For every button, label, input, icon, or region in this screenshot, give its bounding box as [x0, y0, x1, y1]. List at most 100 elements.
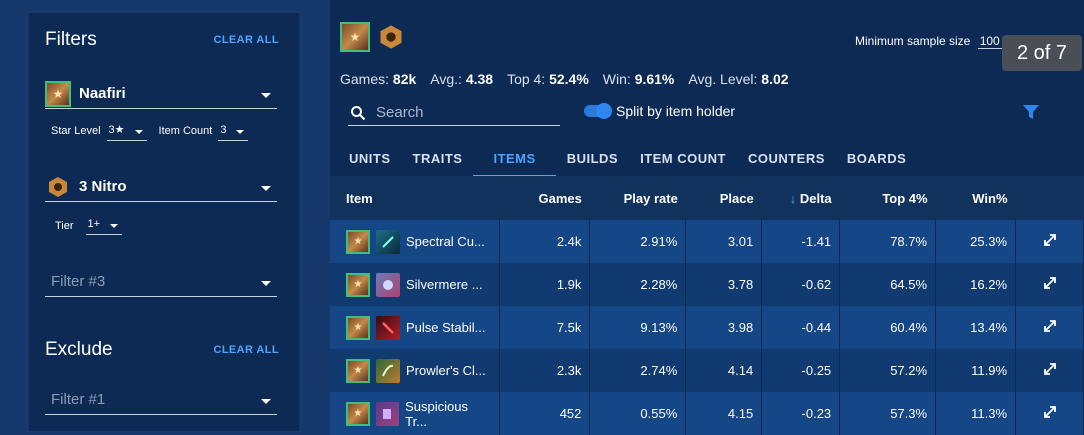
top4-cell: 60.4% — [839, 306, 937, 349]
filter3-select[interactable]: Filter #3 — [45, 267, 277, 297]
games-cell: 7.5k — [499, 306, 591, 349]
top4-stat-label: Top 4: — [507, 71, 546, 87]
toggle-knob — [596, 103, 612, 119]
table-row[interactable]: ★ Suspicious Tr... 452 0.55% 4.15 -0.23 … — [330, 392, 1084, 435]
expand-icon[interactable] — [1015, 392, 1084, 435]
table-row[interactable]: ★ Prowler's Cl... 2.3k 2.74% 4.14 -0.25 … — [330, 349, 1084, 392]
level-stat-value: 8.02 — [761, 71, 789, 87]
exclude-clear-all-button[interactable]: CLEAR ALL — [213, 344, 279, 356]
filters-clear-all-button[interactable]: CLEAR ALL — [213, 34, 279, 46]
nitro-trait-icon — [45, 174, 71, 200]
col-header-place[interactable]: Place — [686, 176, 762, 220]
item-name: Suspicious Tr... — [405, 398, 468, 429]
top4-cell: 57.2% — [839, 349, 937, 392]
trait-select[interactable]: 3 Nitro — [45, 172, 277, 202]
top4-cell: 64.5% — [839, 263, 937, 306]
play-rate-cell: 2.28% — [589, 263, 687, 306]
chevron-down-icon — [261, 92, 271, 98]
split-by-holder-toggle[interactable]: Split by item holder — [584, 103, 735, 119]
col-header-top4[interactable]: Top 4% — [840, 176, 936, 220]
chevron-down-icon — [261, 280, 271, 286]
min-sample-label: Minimum sample size — [855, 34, 971, 48]
chevron-down-icon — [261, 185, 271, 191]
star-level-value: 3★ — [108, 124, 125, 136]
avg-stat-label: Avg.: — [430, 71, 462, 87]
filter-funnel-icon[interactable] — [1022, 103, 1040, 121]
win-cell: 11.3% — [935, 392, 1017, 435]
exclude-title: Exclude — [45, 339, 113, 360]
tier-select[interactable]: 1+ — [85, 216, 123, 235]
pulse-stabilizer-icon — [376, 315, 400, 340]
item-name: Pulse Stabil... — [406, 320, 486, 335]
exclude-filter1-placeholder: Filter #1 — [51, 391, 106, 408]
col-header-play-rate[interactable]: Play rate — [590, 176, 686, 220]
page-tooltip: 2 of 7 — [1002, 35, 1082, 71]
unit-name: Naafiri — [79, 85, 126, 102]
star-level-select[interactable]: 3★ — [106, 121, 147, 141]
toggle-track — [584, 103, 612, 119]
expand-icon[interactable] — [1015, 263, 1084, 306]
win-stat-label: Win: — [602, 71, 631, 87]
naafiri-portrait-icon: ★ — [346, 358, 370, 383]
col-header-games[interactable]: Games — [500, 176, 590, 220]
trait-name: 3 Nitro — [79, 178, 127, 195]
tab-items[interactable]: ITEMS — [473, 142, 556, 177]
expand-icon[interactable] — [1015, 349, 1084, 392]
col-header-item[interactable]: Item — [330, 176, 500, 220]
tab-builds[interactable]: BUILDS — [556, 142, 629, 177]
naafiri-portrait-icon: ★ — [346, 229, 370, 254]
search-placeholder: Search — [376, 104, 424, 121]
play-rate-cell: 0.55% — [589, 392, 687, 435]
min-sample-input[interactable]: 100 — [977, 34, 1002, 49]
star-level-label: Star Level — [51, 125, 101, 137]
item-name: Silvermere ... — [406, 277, 483, 292]
expand-icon[interactable] — [1015, 220, 1084, 263]
place-cell: 4.15 — [685, 392, 763, 435]
level-stat-label: Avg. Level: — [688, 71, 758, 87]
min-sample-size: Minimum sample size 100 — [855, 34, 1002, 49]
tier-label: Tier — [55, 219, 74, 232]
table-row[interactable]: ★ Silvermere ... 1.9k 2.28% 3.78 -0.62 6… — [330, 263, 1084, 306]
search-input[interactable]: Search — [348, 100, 560, 126]
naafiri-portrait-icon: ★ — [340, 22, 370, 52]
tab-item-count[interactable]: ITEM COUNT — [629, 142, 737, 177]
top4-stat-value: 52.4% — [549, 71, 589, 87]
tier-row: Tier 1+ — [55, 216, 123, 235]
nitro-trait-icon — [376, 22, 406, 52]
delta-cell: -1.41 — [761, 220, 841, 263]
table-row[interactable]: ★ Spectral Cu... 2.4k 2.91% 3.01 -1.41 7… — [330, 220, 1084, 263]
tab-boards[interactable]: BOARDS — [836, 142, 917, 177]
games-stat-label: Games: — [340, 71, 390, 87]
delta-cell: -0.62 — [761, 263, 841, 306]
delta-cell: -0.23 — [761, 392, 841, 435]
col-header-expand — [1016, 176, 1084, 220]
win-cell: 11.9% — [935, 349, 1017, 392]
unit-select[interactable]: ★ Naafiri — [45, 79, 277, 109]
expand-icon[interactable] — [1015, 306, 1084, 349]
col-header-delta-label: Delta — [799, 190, 832, 206]
place-cell: 3.78 — [685, 263, 763, 306]
star-level-row: Star Level 3★ Item Count 3 — [51, 121, 249, 141]
exclude-filter1-select[interactable]: Filter #1 — [45, 385, 277, 415]
filter3-placeholder: Filter #3 — [51, 273, 106, 290]
tab-traits[interactable]: TRAITS — [402, 142, 474, 177]
play-rate-cell: 2.91% — [589, 220, 687, 263]
naafiri-portrait-icon: ★ — [45, 80, 71, 107]
silvermere-icon — [376, 272, 400, 297]
tab-counters[interactable]: COUNTERS — [737, 142, 836, 177]
games-cell: 2.4k — [499, 220, 591, 263]
item-count-label: Item Count — [158, 125, 213, 137]
col-header-win[interactable]: Win% — [936, 176, 1016, 220]
delta-cell: -0.44 — [761, 306, 841, 349]
chevron-down-icon — [134, 129, 143, 134]
col-header-delta[interactable]: ↓ Delta — [762, 176, 840, 220]
item-count-select[interactable]: 3 — [218, 122, 249, 141]
filters-panel: Filters CLEAR ALL ★ Naafiri Star Level 3… — [29, 13, 299, 431]
exclude-header: Exclude CLEAR ALL — [45, 339, 279, 361]
win-cell: 13.4% — [935, 306, 1017, 349]
delta-cell: -0.25 — [761, 349, 841, 392]
tab-units[interactable]: UNITS — [338, 142, 402, 177]
active-filter-icons: ★ — [340, 22, 406, 52]
table-row[interactable]: ★ Pulse Stabil... 7.5k 9.13% 3.98 -0.44 … — [330, 306, 1084, 349]
top4-cell: 78.7% — [839, 220, 937, 263]
